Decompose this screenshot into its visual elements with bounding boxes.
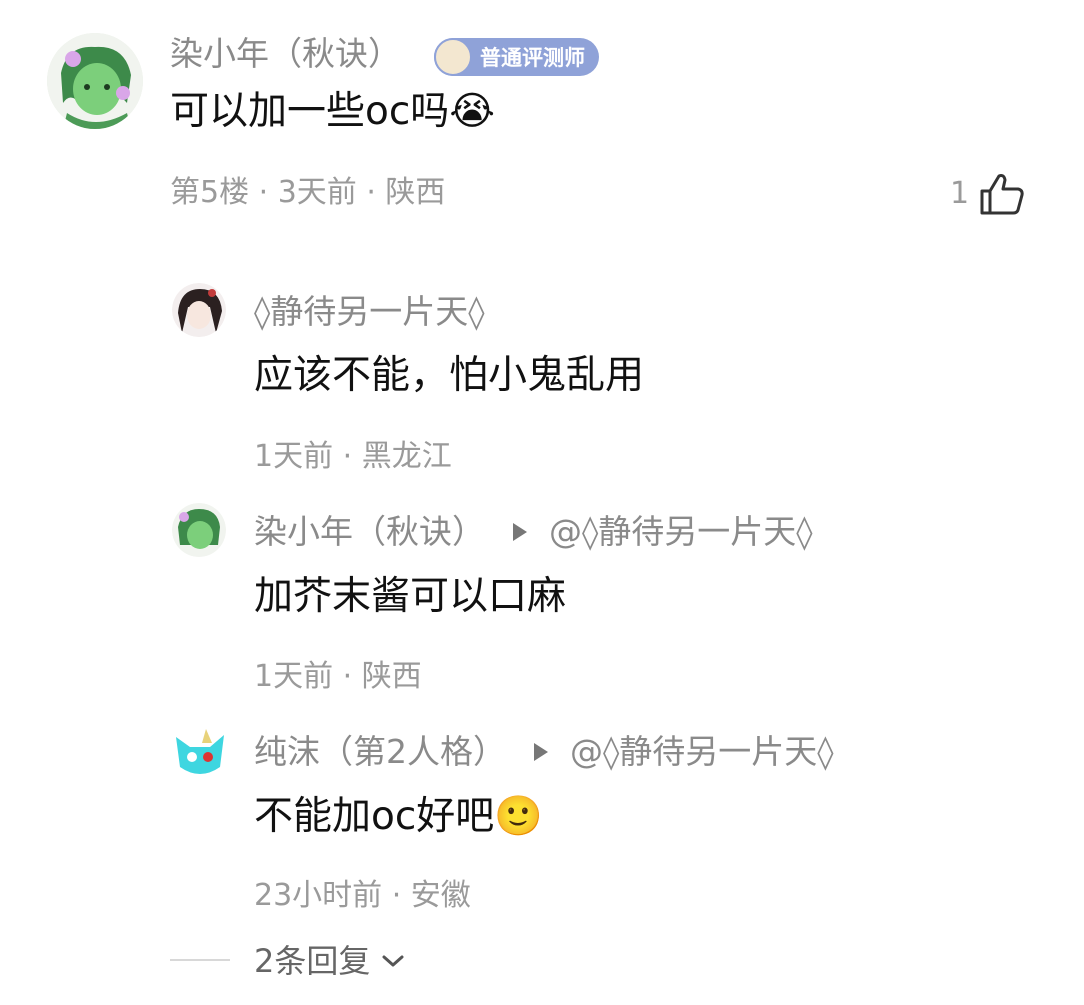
avatar[interactable] <box>172 283 226 337</box>
reply-header: 纯沫（第2人格） @◊静待另一片天◊ <box>254 732 834 772</box>
reply-username[interactable]: 纯沫（第2人格） <box>254 732 506 772</box>
like-button[interactable]: 1 <box>950 172 1025 216</box>
badge-avatar-icon <box>434 38 472 76</box>
reply-meta: 1天前 · 黑龙江 <box>254 439 452 474</box>
expand-replies-label: 2条回复 <box>254 942 371 980</box>
avatar-image <box>176 729 224 774</box>
expand-replies-button[interactable]: 2条回复 <box>254 941 406 981</box>
avatar-image <box>47 33 143 129</box>
comment-text: 可以加一些oc吗😭 <box>170 89 495 134</box>
reply-text: 不能加oc好吧🙂 <box>254 794 543 839</box>
avatar-image <box>172 283 226 337</box>
divider <box>170 959 230 961</box>
chevron-down-icon <box>382 955 404 967</box>
smiling-face-emoji-icon: 🙂 <box>494 794 543 839</box>
reply-target-username[interactable]: @◊静待另一片天◊ <box>570 732 834 772</box>
reply-target-username[interactable]: @◊静待另一片天◊ <box>549 512 813 552</box>
reply-text: 应该不能，怕小鬼乱用 <box>254 353 645 398</box>
avatar[interactable] <box>172 503 226 557</box>
reviewer-badge: 普通评测师 <box>434 38 599 76</box>
crying-face-emoji-icon: 😭 <box>449 89 495 134</box>
reply-arrow-icon <box>513 523 527 541</box>
reply-username[interactable]: ◊静待另一片天◊ <box>254 292 485 332</box>
comment-meta: 第5楼 · 3天前 · 陕西 <box>170 175 446 210</box>
avatar[interactable] <box>47 33 143 129</box>
reply-arrow-icon <box>534 743 548 761</box>
reply-meta: 23小时前 · 安徽 <box>254 878 471 913</box>
badge-label: 普通评测师 <box>480 46 585 70</box>
reply-text: 加芥末酱可以口麻 <box>254 574 567 619</box>
reply-header: 染小年（秋诀） @◊静待另一片天◊ <box>254 512 813 552</box>
avatar-image <box>172 503 226 557</box>
reply-username[interactable]: 染小年（秋诀） <box>254 512 485 552</box>
thumbs-up-icon <box>980 174 1024 215</box>
avatar[interactable] <box>172 725 228 781</box>
comment-username[interactable]: 染小年（秋诀） <box>170 34 401 74</box>
reply-meta: 1天前 · 陕西 <box>254 659 422 694</box>
like-count: 1 <box>950 176 970 211</box>
